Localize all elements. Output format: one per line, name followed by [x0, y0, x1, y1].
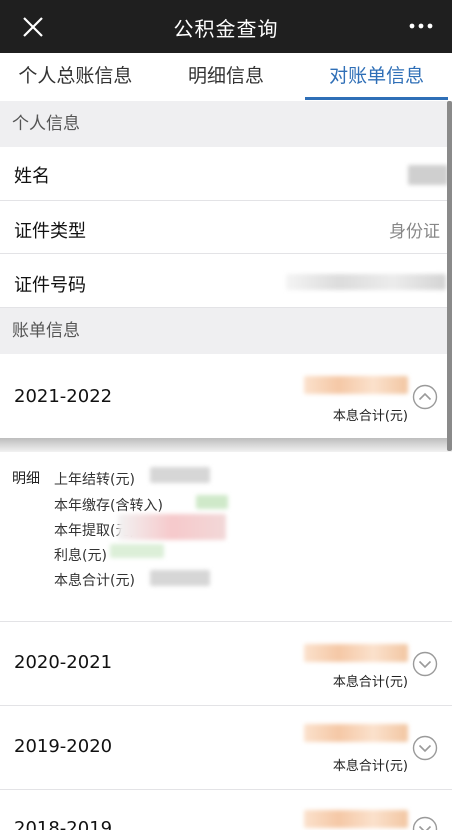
redacted-value: [150, 570, 210, 586]
detail-item-deposit: 本年缴存(含转入): [54, 498, 163, 514]
tab-label: 对账单信息: [329, 65, 425, 87]
tab-label: 明细信息: [188, 65, 265, 87]
year-label: 2018-2019: [14, 818, 113, 830]
tab-statement[interactable]: 对账单信息: [301, 53, 452, 101]
redacted-amount: [304, 724, 408, 742]
redacted-name: [408, 165, 448, 185]
sum-label: 本息合计(元): [332, 409, 408, 424]
detail-head: 明细: [12, 471, 40, 487]
year-detail-panel: 明细 上年结转(元) 本年缴存(含转入) 本年提取(元) 利息(元) 本息合计(…: [0, 452, 452, 622]
tab-bar: 个人总账信息 明细信息 对账单信息: [0, 53, 452, 101]
chevron-down-icon[interactable]: [412, 816, 438, 830]
chevron-down-icon[interactable]: [412, 735, 438, 761]
tab-details[interactable]: 明细信息: [151, 53, 302, 101]
year-row-2019-2020[interactable]: 2019-2020 本息合计(元): [0, 706, 452, 790]
expanded-shadow: [0, 438, 452, 452]
year-row-2018-2019[interactable]: 2018-2019: [0, 790, 452, 830]
more-options-icon[interactable]: [408, 16, 434, 36]
row-name: 姓名: [0, 147, 452, 201]
tab-personal-account[interactable]: 个人总账信息: [0, 53, 151, 101]
name-label: 姓名: [14, 166, 50, 187]
redacted-amount: [304, 810, 408, 828]
sum-label: 本息合计(元): [332, 759, 408, 774]
id-number-label: 证件号码: [14, 275, 86, 296]
sum-label: 本息合计(元): [332, 675, 408, 690]
page-title: 公积金查询: [173, 17, 279, 41]
chevron-up-icon[interactable]: [412, 384, 438, 410]
section-bill-info: 账单信息: [0, 308, 452, 354]
redacted-value: [150, 467, 210, 483]
redacted-value: [110, 544, 164, 558]
row-id-number: 证件号码: [0, 254, 452, 308]
year-label: 2020-2021: [14, 652, 113, 673]
year-row-2020-2021[interactable]: 2020-2021 本息合计(元): [0, 622, 452, 706]
redacted-amount: [304, 376, 408, 394]
active-tab-indicator: [305, 97, 449, 100]
year-label: 2021-2022: [14, 386, 113, 407]
detail-item-interest: 利息(元): [54, 548, 107, 564]
year-row-2021-2022[interactable]: 2021-2022 本息合计(元): [0, 354, 452, 438]
title-bar: 公积金查询: [0, 0, 452, 53]
detail-item-carryover: 上年结转(元): [54, 472, 135, 488]
scrollbar[interactable]: [447, 101, 452, 451]
detail-item-total: 本息合计(元): [54, 573, 135, 589]
chevron-down-icon[interactable]: [412, 651, 438, 677]
redacted-value: [196, 495, 228, 509]
redacted-value: [118, 514, 226, 540]
row-id-type: 证件类型 身份证: [0, 201, 452, 254]
section-personal-info: 个人信息: [0, 101, 452, 147]
id-type-value: 身份证: [389, 222, 440, 242]
redacted-amount: [304, 644, 408, 662]
year-label: 2019-2020: [14, 736, 113, 757]
redacted-id-number: [286, 274, 446, 290]
tab-label: 个人总账信息: [18, 65, 133, 87]
id-type-label: 证件类型: [14, 221, 86, 242]
